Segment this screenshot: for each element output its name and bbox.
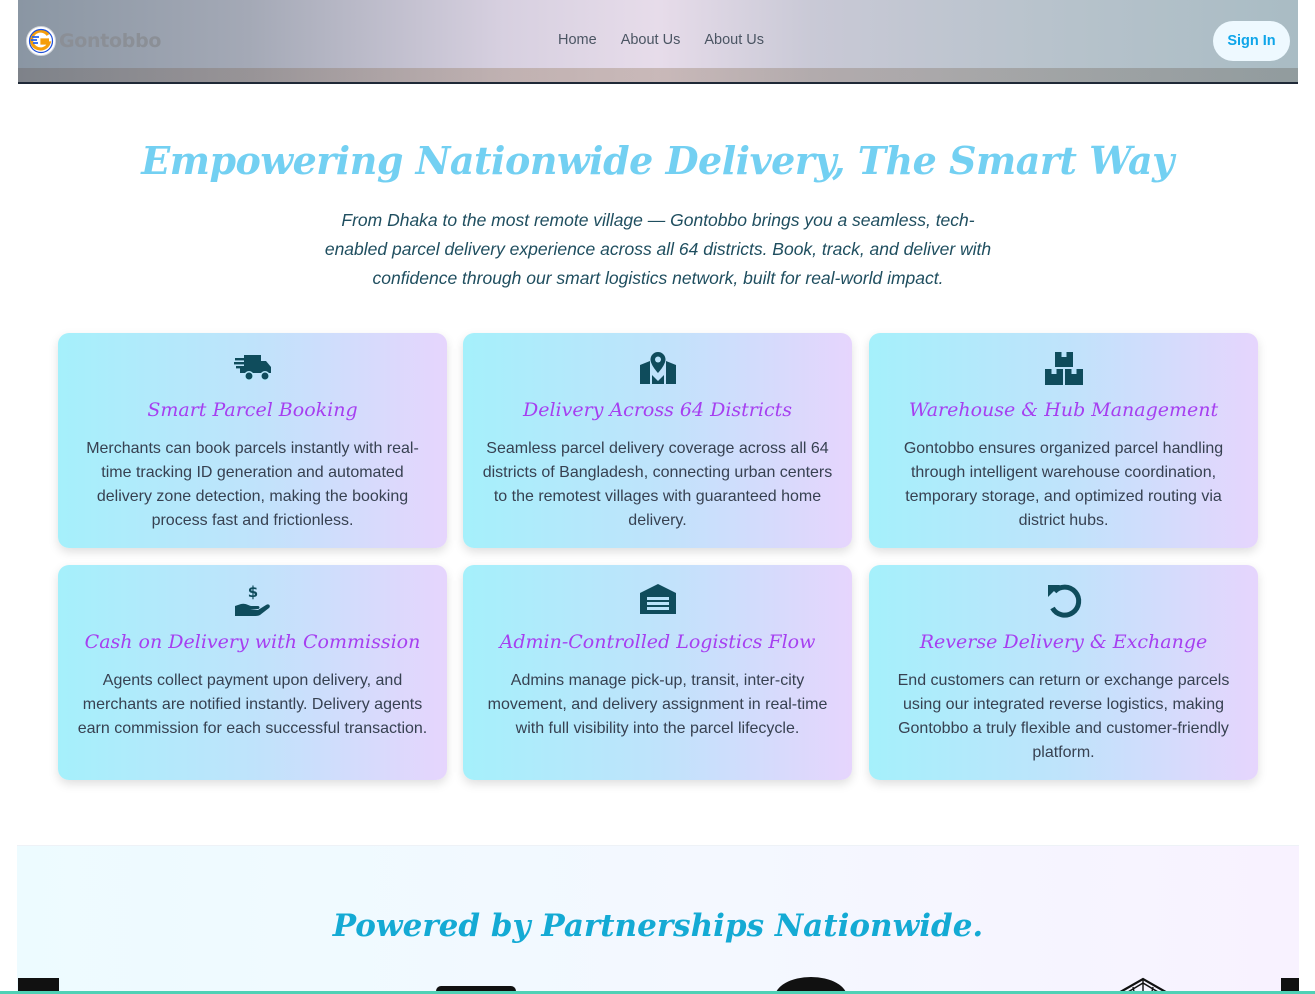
feature-title: Smart Parcel Booking: [147, 399, 358, 421]
undo-icon: [1045, 583, 1083, 618]
navbar: Gontobbo Home About Us About Us Sign In: [18, 0, 1298, 84]
nav-link-about-us-2[interactable]: About Us: [704, 32, 764, 48]
warehouse-garage-icon: [639, 583, 677, 617]
feature-title: Reverse Delivery & Exchange: [919, 631, 1208, 653]
svg-text:$: $: [247, 583, 257, 601]
sign-in-button[interactable]: Sign In: [1213, 21, 1290, 61]
partners-section: Powered by Partnerships Nationwide.: [17, 845, 1299, 994]
hero-title: Empowering Nationwide Delivery, The Smar…: [141, 138, 1174, 183]
feature-description: Admins manage pick-up, transit, inter-ci…: [487, 672, 828, 737]
feature-card: Smart Parcel Booking Merchants can book …: [58, 333, 447, 548]
feature-title: Admin-Controlled Logistics Flow: [499, 631, 816, 653]
feature-title: Cash on Delivery with Commission: [84, 631, 421, 653]
nav-link-about-us[interactable]: About Us: [621, 32, 681, 48]
feature-card: Admin-Controlled Logistics Flow Admins m…: [463, 565, 852, 780]
hand-holding-dollar-icon: $: [234, 583, 272, 617]
feature-title: Delivery Across 64 Districts: [523, 399, 792, 421]
feature-card: $ Cash on Delivery with Commission Agent…: [58, 565, 447, 780]
map-location-icon: [639, 351, 677, 385]
brand-logo[interactable]: Gontobbo: [26, 26, 161, 56]
feature-description: Gontobbo ensures organized parcel handli…: [903, 440, 1224, 529]
main-nav: Home About Us About Us: [558, 32, 764, 48]
partners-title: Powered by Partnerships Nationwide.: [332, 908, 984, 944]
boxes-icon: [1044, 351, 1083, 385]
feature-description: Agents collect payment upon delivery, an…: [77, 672, 428, 737]
feature-description: Seamless parcel delivery coverage across…: [482, 440, 833, 529]
feature-description: Merchants can book parcels instantly wit…: [86, 440, 419, 529]
brand-name: Gontobbo: [59, 30, 162, 52]
navbar-background-image: [18, 68, 1298, 82]
feature-description: End customers can return or exchange par…: [897, 672, 1230, 761]
brand-logo-icon: [26, 26, 56, 56]
feature-card: Reverse Delivery & Exchange End customer…: [869, 565, 1258, 780]
shipping-fast-icon: [233, 351, 272, 385]
feature-card: Delivery Across 64 Districts Seamless pa…: [463, 333, 852, 548]
nav-link-home[interactable]: Home: [558, 32, 597, 48]
feature-title: Warehouse & Hub Management: [908, 399, 1219, 421]
feature-card: Warehouse & Hub Management Gontobbo ensu…: [869, 333, 1258, 548]
hero-subtitle: From Dhaka to the most remote village — …: [324, 210, 992, 288]
